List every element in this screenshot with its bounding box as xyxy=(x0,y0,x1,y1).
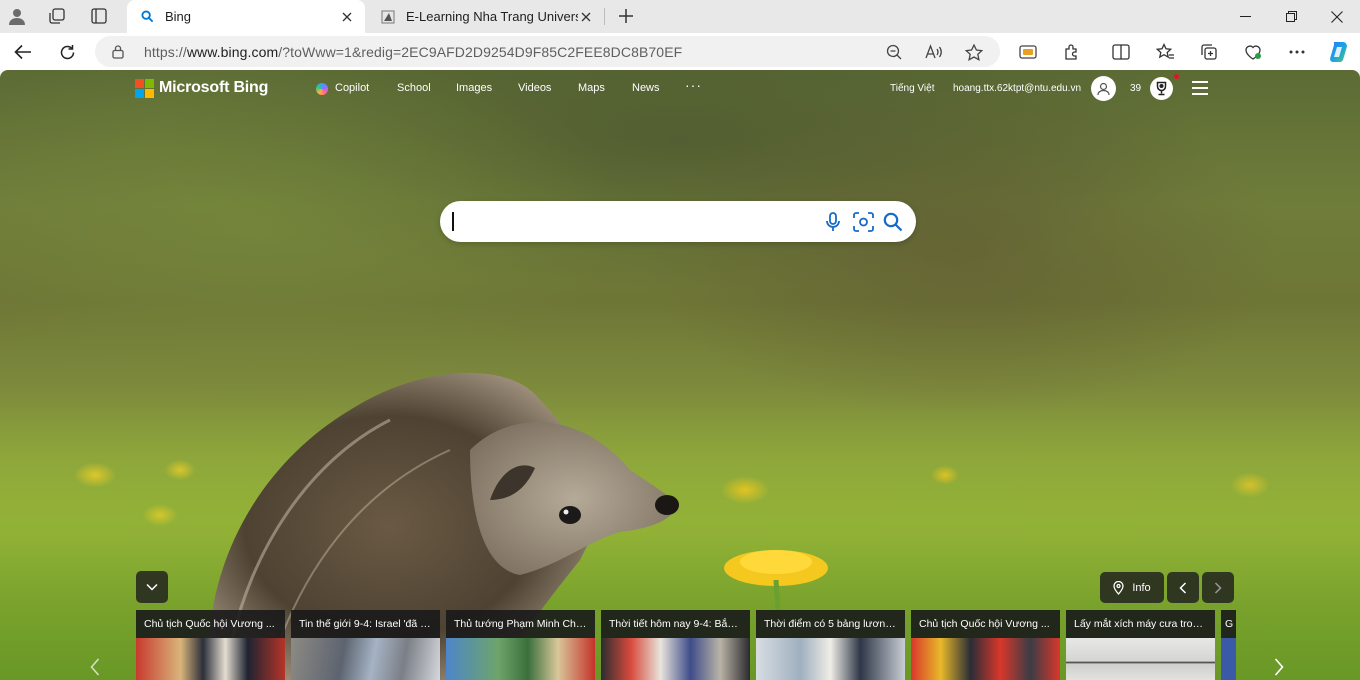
nav-maps[interactable]: Maps xyxy=(578,82,605,94)
address-bar[interactable]: https://www.bing.com/?toWww=1&redig=2EC9… xyxy=(95,36,1000,67)
collapse-feed-button[interactable] xyxy=(136,571,168,603)
rewards-trophy-icon[interactable] xyxy=(1150,77,1173,100)
news-card-title: Thời điểm có 5 bảng lương... xyxy=(756,610,905,638)
previous-image-button[interactable] xyxy=(1167,572,1199,603)
news-card[interactable]: Thời điểm có 5 bảng lương... xyxy=(756,610,905,680)
news-card-title: Chủ tịch Quốc hội Vương ... xyxy=(136,610,285,638)
news-card-title: Tin thế giới 9-4: Israel 'đã c... xyxy=(291,610,440,638)
microsoft-bing-logo[interactable]: Microsoft Bing xyxy=(135,78,268,98)
zoom-out-icon[interactable] xyxy=(881,39,907,65)
news-card[interactable]: Tin thế giới 9-4: Israel 'đã c... xyxy=(291,610,440,680)
news-card-thumbnail xyxy=(601,638,750,680)
dandelion-image xyxy=(724,550,828,610)
next-image-button[interactable] xyxy=(1202,572,1234,603)
close-window-button[interactable] xyxy=(1314,0,1360,33)
nav-school[interactable]: School xyxy=(397,82,431,94)
more-menu-icon[interactable] xyxy=(1282,37,1312,67)
search-icon[interactable] xyxy=(881,210,905,234)
bing-homepage: Microsoft Bing Copilot School Images Vid… xyxy=(0,70,1360,680)
news-card-title: Lấy mắt xích máy cưa tron... xyxy=(1066,610,1215,638)
url-text[interactable]: https://www.bing.com/?toWww=1&redig=2EC9… xyxy=(144,44,682,60)
rewards-points[interactable]: 39 xyxy=(1130,83,1141,94)
nav-videos[interactable]: Videos xyxy=(518,82,551,94)
workspaces-icon[interactable] xyxy=(43,4,71,28)
notification-dot xyxy=(1174,74,1179,79)
search-input[interactable] xyxy=(452,209,812,233)
language-link[interactable]: Tiếng Việt xyxy=(890,83,934,94)
browser-toolbar: https://www.bing.com/?toWww=1&redig=2EC9… xyxy=(0,33,1360,70)
carousel-prev-icon[interactable] xyxy=(86,658,104,676)
nav-copilot[interactable]: Copilot xyxy=(335,82,369,94)
favorites-icon[interactable] xyxy=(1150,37,1180,67)
news-card-thumbnail xyxy=(136,638,285,680)
tab-title: E-Learning Nha Trang University xyxy=(406,9,578,24)
bing-search-icon xyxy=(139,9,155,25)
refresh-button[interactable] xyxy=(52,37,82,67)
copilot-icon xyxy=(316,83,328,95)
avatar[interactable] xyxy=(1091,76,1116,101)
hamburger-menu-icon[interactable] xyxy=(1192,81,1208,95)
news-card-thumbnail xyxy=(1221,638,1236,680)
carousel-next-icon[interactable] xyxy=(1270,658,1288,676)
restore-button[interactable] xyxy=(1268,0,1314,33)
microphone-icon[interactable] xyxy=(821,210,845,234)
news-card-thumbnail xyxy=(291,638,440,680)
news-card[interactable]: Chủ tịch Quốc hội Vương ... xyxy=(911,610,1060,680)
image-info-button[interactable]: Info xyxy=(1100,572,1164,603)
search-box[interactable] xyxy=(440,201,916,242)
collections-icon[interactable] xyxy=(1194,37,1224,67)
nav-more-icon[interactable]: ··· xyxy=(685,77,702,93)
profile-icon[interactable] xyxy=(3,4,31,28)
copilot-sidebar-icon[interactable] xyxy=(1324,37,1354,67)
news-card-thumbnail xyxy=(446,638,595,680)
info-label: Info xyxy=(1132,581,1151,594)
news-card-thumbnail xyxy=(911,638,1060,680)
news-carousel: Chủ tịch Quốc hội Vương ... Tin thế giới… xyxy=(136,610,1236,680)
user-email[interactable]: hoang.ttx.62ktpt@ntu.edu.vn xyxy=(953,83,1081,94)
news-card[interactable]: Chủ tịch Quốc hội Vương ... xyxy=(136,610,285,680)
read-aloud-icon[interactable] xyxy=(921,39,947,65)
back-button[interactable] xyxy=(8,37,38,67)
tab-title: Bing xyxy=(165,9,192,24)
news-card-title: G xyxy=(1221,610,1236,638)
news-card[interactable]: G xyxy=(1221,610,1236,680)
news-card[interactable]: Thời tiết hôm nay 9-4: Bắc ... xyxy=(601,610,750,680)
news-card-title: Thời tiết hôm nay 9-4: Bắc ... xyxy=(601,610,750,638)
page-favicon-icon xyxy=(380,9,396,25)
news-card-title: Thủ tướng Phạm Minh Chí... xyxy=(446,610,595,638)
tab-divider xyxy=(604,8,605,25)
extensions-icon[interactable] xyxy=(1057,37,1087,67)
new-tab-button[interactable] xyxy=(612,4,640,28)
microsoft-logo-icon xyxy=(135,78,154,98)
minimize-button[interactable] xyxy=(1222,0,1268,33)
nav-images[interactable]: Images xyxy=(456,82,492,94)
tab-elearning[interactable]: E-Learning Nha Trang University xyxy=(368,0,604,33)
tab-strip: Bing E-Learning Nha Trang University xyxy=(0,0,1360,33)
news-card-thumbnail xyxy=(1066,638,1215,680)
nav-news[interactable]: News xyxy=(632,82,660,94)
visual-search-icon[interactable] xyxy=(851,210,875,234)
browser-essentials-icon[interactable] xyxy=(1238,37,1268,67)
tab-actions-icon[interactable] xyxy=(85,4,113,28)
favorite-star-icon[interactable] xyxy=(961,39,987,65)
close-icon[interactable] xyxy=(339,9,355,25)
lock-icon[interactable] xyxy=(111,44,125,59)
close-icon[interactable] xyxy=(578,9,594,25)
tab-bing[interactable]: Bing xyxy=(127,0,365,33)
media-icon[interactable] xyxy=(1013,37,1043,67)
split-screen-icon[interactable] xyxy=(1106,37,1136,67)
news-card-title: Chủ tịch Quốc hội Vương ... xyxy=(911,610,1060,638)
location-pin-icon xyxy=(1113,580,1124,595)
news-card[interactable]: Thủ tướng Phạm Minh Chí... xyxy=(446,610,595,680)
news-card-thumbnail xyxy=(756,638,905,680)
news-card[interactable]: Lấy mắt xích máy cưa tron... xyxy=(1066,610,1215,680)
